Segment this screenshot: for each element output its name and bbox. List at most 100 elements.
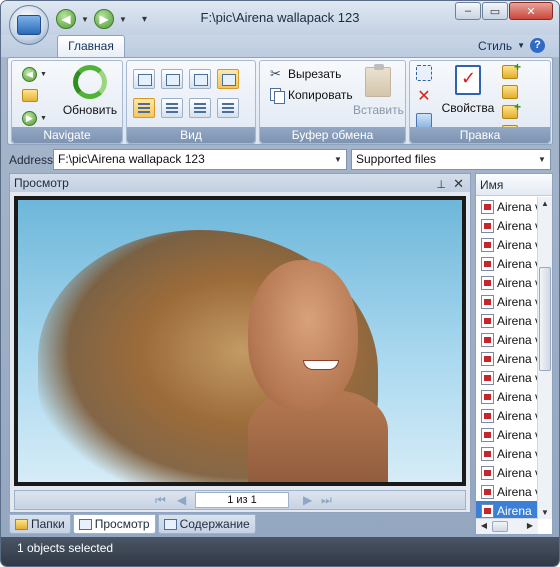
pin-icon[interactable]: ⊥ [436,176,446,194]
tab-home[interactable]: Главная [57,35,125,58]
list-item[interactable]: Airena v [476,311,538,330]
view-thumbnails-icon[interactable] [133,69,155,89]
list-item[interactable]: Airena v [476,349,538,368]
move-to-folder-icon[interactable] [502,85,518,99]
image-file-icon [481,503,494,518]
view-small-icons-icon[interactable] [189,98,211,118]
prev-page-icon[interactable]: ◀ [177,493,186,507]
tab-preview-label: Просмотр [94,517,150,531]
file-name: Airena v [497,199,538,214]
column-header-name[interactable]: Имя [476,174,552,196]
file-name: Airena v [497,427,538,442]
close-button[interactable]: ✕ [509,2,553,20]
file-name: Airena v [497,313,538,328]
next-page-icon[interactable]: ▶ [303,493,312,507]
copy-button[interactable]: Копировать [270,88,353,104]
maximize-button[interactable]: ▭ [482,2,508,20]
list-item[interactable]: Airena v [476,254,538,273]
tab-preview[interactable]: Просмотр [72,514,156,534]
scroll-left-icon[interactable]: ◀ [477,521,491,530]
list-item[interactable]: Airena v [476,368,538,387]
file-name: Airena v [497,294,538,309]
list-item[interactable]: Airena v [476,425,538,444]
scroll-down-icon[interactable]: ▼ [538,508,552,517]
properties-label: Свойства [441,101,495,115]
chevron-down-icon: ▼ [40,115,47,122]
list-item[interactable]: Airena v [476,292,538,311]
app-window: ◀ ▼ ▶ ▼ ▾ F:\pic\Airena wallapack 123 – … [0,0,560,567]
page-indicator[interactable]: 1 из 1 [195,492,289,508]
list-item[interactable]: Airena v [476,235,538,254]
properties-button[interactable]: Свойства [440,65,496,115]
view-content-icon[interactable] [217,98,239,118]
group-label-view: Вид [127,127,255,143]
forward-arrow-icon[interactable]: ▶ [94,9,114,29]
tab-contents-label: Содержание [179,517,250,531]
list-item[interactable]: Airena v [476,463,538,482]
address-value: F:\pic\Airena wallapack 123 [58,152,205,166]
file-name: Airena v [497,275,538,290]
nav-forward[interactable]: ▶ ▼ [22,111,47,126]
file-list: Airena v Airena v Airena v Airena v Airena v… [476,197,538,520]
refresh-button[interactable]: Обновить [60,65,120,117]
delete-icon[interactable]: ✕ [416,89,432,105]
view-list-icon[interactable] [161,98,183,118]
image-file-icon [481,408,494,423]
view-tiles-icon[interactable] [217,69,239,89]
preview-pane-header: Просмотр ⊥ ✕ [10,174,470,192]
customize-toolbar-icon[interactable]: ▾ [142,14,147,25]
scroll-up-icon[interactable]: ▲ [538,199,552,208]
first-page-icon[interactable]: ⏮ [155,493,166,508]
preview-pane: Просмотр ⊥ ✕ ⏮ ◀ 1 из 1 ▶ ⏭ [9,173,471,513]
copy-to-folder-icon[interactable] [502,100,521,119]
ribbon-panel: ◀ ▼ ▶ ▼ Обновить Navigate Вид ✂ Вырезать… [7,57,553,145]
back-arrow-icon[interactable]: ◀ [56,9,76,29]
view-details-icon[interactable] [133,98,155,118]
help-icon[interactable]: ? [530,38,545,53]
list-item[interactable]: Airena v [476,406,538,425]
chevron-down-icon[interactable]: ▼ [535,151,549,168]
scroll-right-icon[interactable]: ▶ [523,521,537,530]
application-menu-button[interactable] [9,5,49,45]
nav-up[interactable] [22,89,38,102]
file-filter-select[interactable]: Supported files ▼ [351,149,551,170]
file-name: Airena v [497,484,538,499]
last-page-icon[interactable]: ⏭ [321,493,332,508]
minimize-button[interactable]: – [455,2,481,20]
select-all-icon[interactable] [416,65,432,81]
list-item[interactable]: Airena v [476,330,538,349]
forward-dropdown-icon[interactable]: ▼ [118,15,128,24]
tab-contents[interactable]: Содержание [157,514,256,534]
list-item[interactable]: Airena v [476,387,538,406]
status-text: 1 objects selected [17,541,114,555]
chevron-down-icon: ▼ [40,71,47,78]
properties-icon [455,65,481,95]
h-scroll-thumb[interactable] [492,521,508,532]
scroll-thumb[interactable] [539,267,551,371]
vertical-scrollbar[interactable]: ▲ ▼ [537,197,552,519]
list-item[interactable]: Airena v [476,216,538,235]
cut-button[interactable]: ✂ Вырезать [270,67,341,82]
chevron-down-icon[interactable]: ▼ [331,151,345,168]
list-item[interactable]: Airena v [476,273,538,292]
back-dropdown-icon[interactable]: ▼ [80,15,90,24]
image-file-icon [481,351,494,366]
folder-icon [15,518,28,530]
horizontal-scrollbar[interactable]: ◀ ▶ [476,518,538,534]
image-file-icon [481,332,494,347]
view-preview-icon[interactable] [161,69,183,89]
view-large-icons-icon[interactable] [189,69,211,89]
list-item[interactable]: Airena v [476,197,538,216]
refresh-icon [73,65,107,99]
address-input[interactable]: F:\pic\Airena wallapack 123 ▼ [53,149,347,170]
group-view: Вид [126,60,256,144]
nav-back[interactable]: ◀ ▼ [22,67,47,82]
tab-folders[interactable]: Папки [9,514,71,534]
list-item[interactable]: Airena v [476,482,538,501]
close-icon[interactable]: ✕ [453,175,464,193]
list-item[interactable]: Airena v [476,444,538,463]
style-menu[interactable]: Стиль ▼ ? [478,38,545,53]
preview-icon [78,518,92,530]
new-folder-icon[interactable] [502,60,521,79]
paste-button[interactable]: Вставить [353,64,404,117]
